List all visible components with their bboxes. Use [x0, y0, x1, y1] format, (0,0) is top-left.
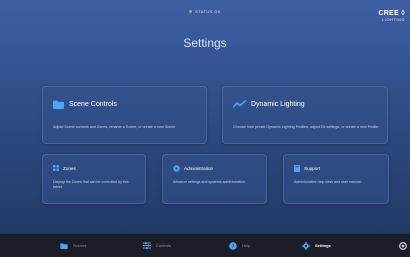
bottom-tab-bar: Scenes Controls ? Help Settings: [0, 234, 410, 257]
scene-controls-title: Scene Controls: [69, 101, 117, 108]
gear-icon: [173, 165, 180, 172]
help-circle-icon: ?: [229, 241, 237, 250]
folder-icon: [53, 100, 64, 109]
circle-icon: [399, 241, 407, 250]
svg-text:?: ?: [232, 243, 235, 249]
logo-line1: CREE ◊: [378, 10, 405, 17]
status-text: STATUS OK: [195, 9, 221, 14]
dynamic-lighting-description: Choose from preset Dynamic Lighting Prof…: [233, 125, 380, 129]
folder-icon: [60, 242, 68, 249]
tab-scenes-label: Scenes: [73, 243, 87, 248]
tab-settings[interactable]: Settings: [302, 234, 331, 257]
administration-card[interactable]: Administration Advance settings and syst…: [162, 154, 267, 204]
settings-screen: STATUS OK CREE ◊ LIGHTING Settings Scene…: [0, 0, 410, 234]
zones-title: Zones: [63, 165, 76, 171]
tab-help[interactable]: ? Help: [229, 234, 250, 257]
gear-icon: [302, 241, 310, 250]
status-dot-icon: [189, 10, 193, 14]
administration-title: Administration: [184, 166, 214, 171]
support-card[interactable]: Support Administrative help desk and use…: [283, 154, 389, 204]
tab-scenes[interactable]: Scenes: [60, 234, 86, 257]
zones-description: Display the Zones that can be controlled…: [53, 180, 129, 189]
page-title: Settings: [183, 36, 227, 50]
zones-header: Zones: [53, 165, 76, 171]
book-icon: [294, 165, 300, 172]
support-title: Support: [304, 166, 321, 171]
dynamic-lighting-header: Dynamic Lighting: [233, 100, 305, 108]
scene-controls-description: Adjust Scene controls and Zones, rename …: [53, 125, 177, 129]
scene-controls-header: Scene Controls: [53, 100, 117, 109]
tab-help-label: Help: [242, 243, 251, 248]
trend-line-icon: [233, 100, 246, 108]
administration-description: Advance settings and systems administrat…: [173, 180, 246, 184]
brand-logo: CREE ◊ LIGHTING: [378, 10, 405, 22]
status-indicator: STATUS OK: [0, 9, 410, 14]
sliders-icon: [143, 242, 151, 249]
tab-overflow[interactable]: [399, 234, 407, 257]
support-header: Support: [294, 165, 320, 172]
tab-controls[interactable]: Controls: [143, 234, 171, 257]
tab-settings-label: Settings: [315, 243, 331, 248]
logo-line2: LIGHTING: [382, 17, 405, 22]
grid-icon: [53, 165, 59, 171]
administration-header: Administration: [173, 165, 213, 172]
dynamic-lighting-title: Dynamic Lighting: [251, 100, 305, 108]
dynamic-lighting-card[interactable]: Dynamic Lighting Choose from preset Dyna…: [222, 86, 388, 144]
scene-controls-card[interactable]: Scene Controls Adjust Scene controls and…: [42, 86, 207, 144]
tab-controls-label: Controls: [156, 243, 171, 248]
zones-card[interactable]: Zones Display the Zones that can be cont…: [42, 154, 146, 204]
support-description: Administrative help desk and user manual…: [294, 180, 362, 184]
